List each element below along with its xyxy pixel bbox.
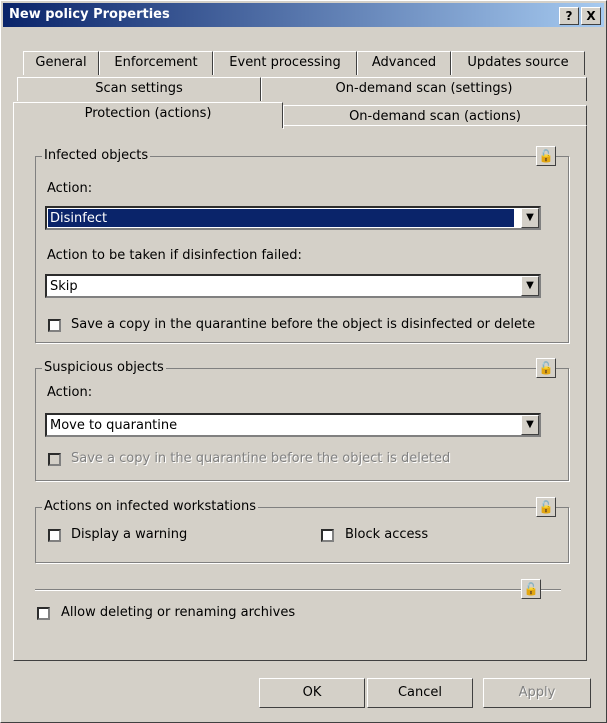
lock-icon[interactable]: 🔓: [521, 579, 541, 599]
suspicious-save-copy-checkbox[interactable]: [48, 453, 61, 466]
window-title: New policy Properties: [9, 7, 170, 22]
disinfection-failed-label: Action to be taken if disinfection faile…: [47, 248, 302, 263]
suspicious-action-label: Action:: [47, 385, 93, 400]
chevron-down-icon[interactable]: ▼: [521, 276, 539, 296]
separator: [35, 589, 561, 591]
cancel-button[interactable]: Cancel: [367, 678, 473, 708]
tab-enforcement[interactable]: Enforcement: [99, 51, 213, 75]
display-warning-checkbox[interactable]: [48, 529, 61, 542]
selected-value: Move to quarantine: [50, 418, 178, 433]
tab-on-demand-scan-settings[interactable]: On-demand scan (settings): [261, 77, 587, 101]
save-copy-label: Save a copy in the quarantine before the…: [71, 317, 536, 332]
suspicious-save-copy-label: Save a copy in the quarantine before the…: [71, 451, 451, 466]
close-button[interactable]: X: [581, 7, 601, 25]
lock-icon[interactable]: 🔓: [536, 497, 556, 517]
chevron-down-icon[interactable]: ▼: [521, 415, 539, 435]
group-label: Suspicious objects: [42, 360, 166, 375]
tab-advanced[interactable]: Advanced: [357, 51, 451, 75]
lock-icon[interactable]: 🔓: [536, 146, 556, 166]
display-warning-label: Display a warning: [71, 527, 188, 542]
save-copy-checkbox[interactable]: [48, 319, 61, 332]
title-bar: New policy Properties ? X: [3, 3, 604, 27]
suspicious-action-select[interactable]: Move to quarantine ▼: [45, 413, 541, 437]
tab-general[interactable]: General: [23, 51, 99, 75]
infected-action-select[interactable]: Disinfect ▼: [45, 206, 541, 230]
group-label: Actions on infected workstations: [42, 499, 258, 514]
properties-dialog: New policy Properties ? X General Enforc…: [0, 0, 607, 723]
tab-updates-source[interactable]: Updates source: [451, 51, 585, 75]
chevron-down-icon[interactable]: ▼: [521, 208, 539, 228]
tab-scan-settings[interactable]: Scan settings: [17, 77, 261, 101]
infected-action-label: Action:: [47, 181, 93, 196]
apply-button[interactable]: Apply: [483, 678, 591, 708]
selected-value: Disinfect: [48, 209, 514, 227]
block-access-label: Block access: [345, 527, 429, 542]
selected-value: Skip: [50, 279, 78, 294]
disinfection-failed-select[interactable]: Skip ▼: [45, 274, 541, 298]
allow-archives-label: Allow deleting or renaming archives: [61, 605, 296, 620]
block-access-checkbox[interactable]: [321, 529, 334, 542]
group-label: Infected objects: [42, 148, 151, 163]
help-button[interactable]: ?: [559, 7, 579, 25]
tab-event-processing[interactable]: Event processing: [213, 51, 357, 75]
ok-button[interactable]: OK: [259, 678, 365, 708]
tab-protection-actions[interactable]: Protection (actions): [13, 102, 283, 128]
lock-icon[interactable]: 🔓: [536, 358, 556, 378]
allow-archives-checkbox[interactable]: [37, 607, 50, 620]
